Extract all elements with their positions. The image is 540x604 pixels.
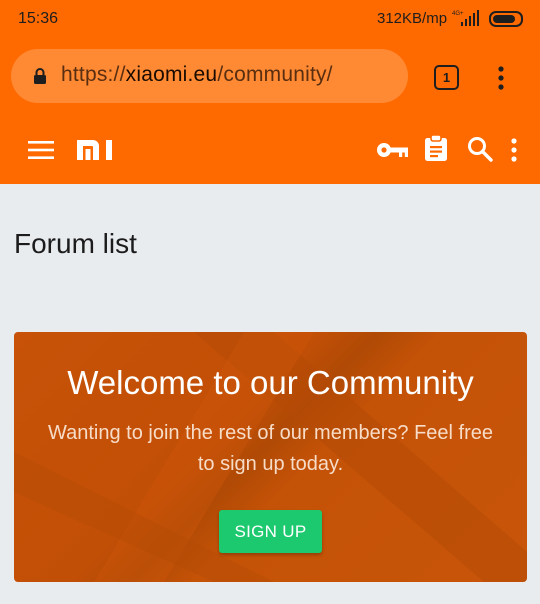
- search-icon[interactable]: [467, 136, 493, 162]
- page-title: Forum list: [14, 228, 137, 259]
- mi-logo[interactable]: [77, 140, 113, 160]
- url-host: xiaomi.eu: [125, 63, 218, 86]
- network-type-label: 4G+: [452, 11, 464, 17]
- key-icon[interactable]: [376, 140, 408, 160]
- browser-toolbar: https://xiaomi.eu/community/ 1: [0, 38, 540, 116]
- menu-icon[interactable]: [28, 140, 54, 160]
- more-vert-icon[interactable]: [506, 136, 522, 164]
- browser-menu-icon[interactable]: [491, 64, 511, 92]
- network-speed: 312KB/mp: [377, 10, 448, 27]
- battery-icon: [489, 11, 523, 27]
- welcome-title: Welcome to our Community: [67, 364, 474, 401]
- address-bar[interactable]: https://xiaomi.eu/community/: [11, 49, 408, 103]
- sign-up-button[interactable]: SIGN UP: [219, 510, 322, 553]
- clipboard-icon[interactable]: [424, 134, 448, 162]
- site-header: [0, 116, 540, 184]
- status-bar: 15:36 312KB/mp 4G+: [0, 0, 540, 38]
- tab-switcher-button[interactable]: 1: [434, 65, 459, 90]
- url-scheme: https://: [61, 63, 126, 86]
- signal-icon: 4G+: [452, 10, 479, 26]
- welcome-text: Wanting to join the rest of our members?…: [47, 422, 494, 475]
- welcome-banner: Welcome to our Community Wanting to join…: [14, 332, 527, 582]
- url-text: https://xiaomi.eu/community/: [61, 63, 333, 87]
- url-path: /community/: [217, 63, 333, 86]
- status-time: 15:36: [18, 10, 59, 27]
- lock-icon: [34, 68, 46, 84]
